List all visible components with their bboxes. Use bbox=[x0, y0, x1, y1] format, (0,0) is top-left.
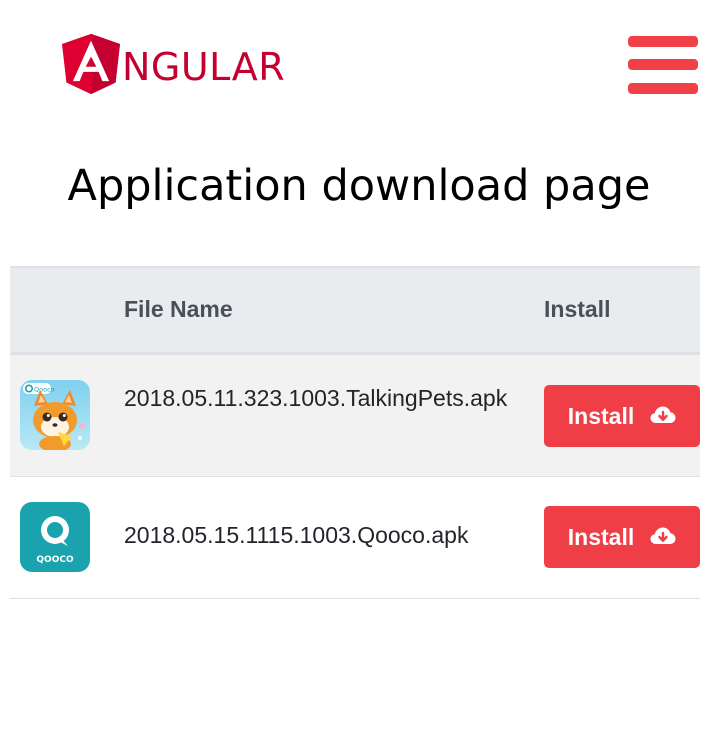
menu-bar bbox=[628, 36, 698, 47]
install-button-label: Install bbox=[567, 523, 635, 550]
install-button[interactable]: Install bbox=[544, 385, 700, 447]
angular-logo[interactable]: NGULAR bbox=[62, 24, 332, 104]
talking-pets-app-icon: Qooco bbox=[20, 380, 90, 450]
file-name[interactable]: 2018.05.15.1115.1003.Qooco.apk bbox=[124, 517, 516, 553]
column-header-file-name: File Name bbox=[124, 296, 233, 322]
cloud-download-icon bbox=[650, 406, 676, 423]
page-title: Application download page bbox=[67, 161, 651, 211]
install-button[interactable]: Install bbox=[544, 506, 700, 568]
angular-shield-icon bbox=[62, 33, 120, 95]
menu-bar bbox=[628, 59, 698, 70]
menu-bar bbox=[628, 83, 698, 94]
svg-text:QOOCO: QOOCO bbox=[36, 555, 74, 565]
install-button-label: Install bbox=[567, 402, 635, 429]
app-header: NGULAR bbox=[0, 0, 718, 120]
download-table: File Name Install Qooco 2018.05.11.323.1… bbox=[10, 266, 700, 599]
qooco-app-icon: QOOCO bbox=[20, 502, 90, 572]
file-name[interactable]: 2018.05.11.323.1003.TalkingPets.apk bbox=[124, 380, 516, 416]
cloud-download-icon bbox=[650, 527, 676, 544]
column-header-install: Install bbox=[544, 296, 611, 322]
logo-wordmark: NGULAR bbox=[122, 45, 286, 89]
table-row: Qooco 2018.05.11.323.1003.TalkingPets.ap… bbox=[10, 355, 700, 477]
hamburger-menu-button[interactable] bbox=[628, 36, 698, 96]
table-row: QOOCO 2018.05.15.1115.1003.Qooco.apk Ins… bbox=[10, 477, 700, 599]
table-header: File Name Install bbox=[10, 266, 700, 355]
svg-text:Qooco: Qooco bbox=[34, 386, 55, 394]
